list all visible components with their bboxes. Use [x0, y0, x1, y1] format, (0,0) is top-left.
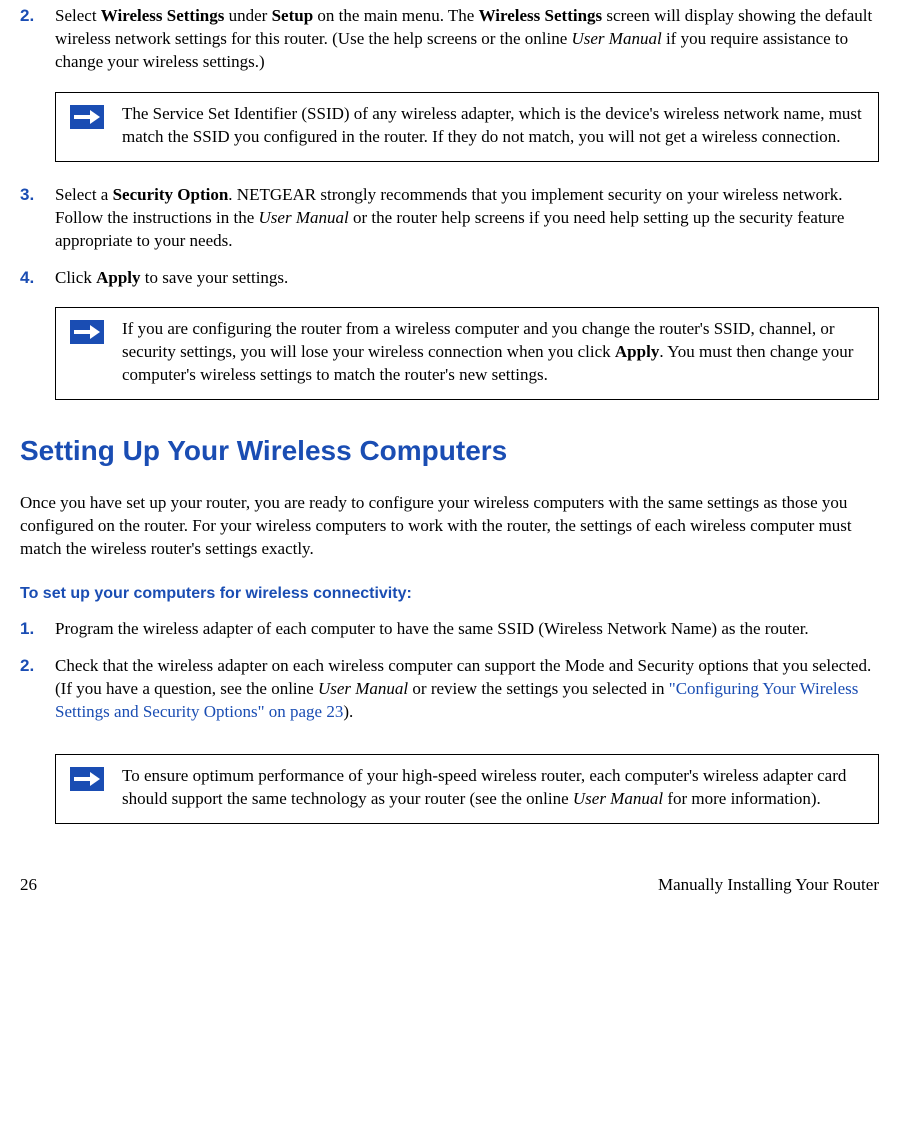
page-number: 26 [20, 874, 37, 897]
page-content: 2. Select Wireless Settings under Setup … [20, 0, 879, 897]
step-body: Select a Security Option. NETGEAR strong… [55, 184, 879, 253]
step-4: 4. Click Apply to save your settings. [20, 267, 879, 290]
step-body: Click Apply to save your settings. [55, 267, 879, 290]
step-body: Select Wireless Settings under Setup on … [55, 5, 879, 74]
step-2: 2. Select Wireless Settings under Setup … [20, 5, 879, 74]
arrow-icon [70, 767, 104, 791]
note-box-3: To ensure optimum performance of your hi… [55, 754, 879, 824]
procedure-subheading: To set up your computers for wireless co… [20, 583, 879, 605]
step-number: 3. [20, 184, 55, 253]
step-number: 2. [20, 5, 55, 74]
chapter-title: Manually Installing Your Router [658, 874, 879, 897]
section-heading: Setting Up Your Wireless Computers [20, 432, 879, 470]
step-number: 2. [20, 655, 55, 724]
page-footer: 26 Manually Installing Your Router [20, 874, 879, 897]
arrow-icon [70, 320, 104, 344]
note-box-2: If you are configuring the router from a… [55, 307, 879, 400]
step-3: 3. Select a Security Option. NETGEAR str… [20, 184, 879, 253]
note-text: The Service Set Identifier (SSID) of any… [122, 103, 864, 149]
step-body: Program the wireless adapter of each com… [55, 618, 879, 641]
step-1: 1. Program the wireless adapter of each … [20, 618, 879, 641]
intro-paragraph: Once you have set up your router, you ar… [20, 492, 879, 561]
step-2b: 2. Check that the wireless adapter on ea… [20, 655, 879, 724]
step-number: 4. [20, 267, 55, 290]
note-text: If you are configuring the router from a… [122, 318, 864, 387]
note-text: To ensure optimum performance of your hi… [122, 765, 864, 811]
note-box-1: The Service Set Identifier (SSID) of any… [55, 92, 879, 162]
step-number: 1. [20, 618, 55, 641]
step-body: Check that the wireless adapter on each … [55, 655, 879, 724]
arrow-icon [70, 105, 104, 129]
